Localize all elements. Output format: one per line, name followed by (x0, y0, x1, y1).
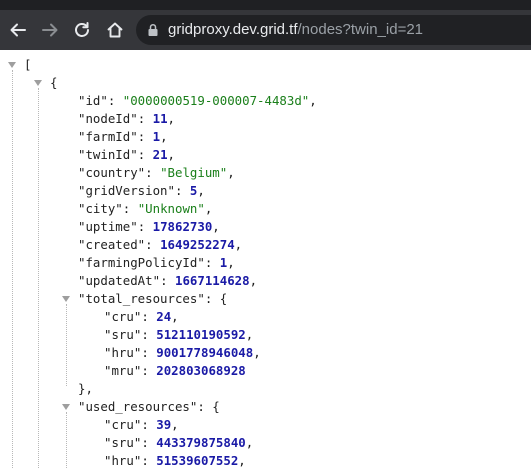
json-line-city: "city": "Unknown", (78, 201, 213, 216)
address-bar[interactable]: gridproxy.dev.grid.tf/nodes?twin_id=21 (136, 15, 531, 45)
object-open-brace: { (50, 75, 58, 90)
collapse-toggle[interactable] (62, 404, 70, 410)
json-line-total-resources: "total_resources": { (78, 291, 228, 306)
json-number-value: 11 (152, 111, 168, 126)
json-line-farmId: "farmId": 1, (78, 129, 168, 144)
array-open-bracket: [ (24, 57, 32, 72)
json-key: "cru" (104, 417, 142, 432)
json-key: "cru" (104, 309, 142, 324)
json-number-value: 1 (219, 255, 228, 270)
json-number-value: 9001778946048 (156, 345, 254, 360)
json-number-value: 1667114628 (174, 273, 250, 288)
object-open-brace: { (212, 399, 220, 414)
json-key: "sru" (104, 435, 142, 450)
json-key: "mru" (104, 363, 142, 378)
tree-guide (38, 88, 39, 468)
json-line-total-cru: "cru": 24, (104, 309, 179, 324)
collapse-toggle[interactable] (34, 80, 42, 86)
collapse-toggle[interactable] (62, 296, 70, 302)
json-number-value: 443379875840 (156, 435, 246, 450)
tab-strip (0, 0, 531, 10)
json-number-value: 1649252274 (160, 237, 235, 252)
json-line-total-sru: "sru": 512110190592, (104, 327, 254, 342)
json-line-updatedAt: "updatedAt": 1667114628, (78, 273, 258, 288)
json-key: "created" (78, 237, 146, 252)
json-key: "used_resources" (78, 399, 198, 414)
object-open-brace: { (219, 291, 228, 306)
json-line-used-cru: "cru": 39, (104, 417, 179, 432)
url-text: gridproxy.dev.grid.tf/nodes?twin_id=21 (168, 15, 423, 45)
json-line-used-sru: "sru": 443379875840, (104, 435, 254, 450)
home-icon (107, 22, 123, 38)
json-number-value: 1 (152, 129, 161, 144)
json-number-value: 39 (156, 417, 172, 432)
json-key: "sru" (104, 327, 142, 342)
json-key: "nodeId" (78, 111, 138, 126)
json-key: "farmingPolicyId" (78, 255, 205, 270)
json-key: "hru" (104, 453, 142, 468)
reload-icon (75, 22, 89, 37)
home-button[interactable] (103, 18, 127, 42)
json-key: "uptime" (78, 219, 138, 234)
json-number-value: 51539607552 (156, 453, 239, 468)
tree-guide (66, 412, 67, 468)
json-line-used-resources: "used_resources": { (78, 399, 220, 414)
json-number-value: 5 (189, 183, 198, 198)
json-key: "farmId" (78, 129, 138, 144)
json-string-value: "Belgium" (160, 165, 228, 180)
json-viewer: [ { "id": "0000000519-000007-4483d", "no… (0, 50, 531, 468)
json-line-used-hru: "hru": 51539607552, (104, 453, 246, 468)
json-number-value: 17862730 (152, 219, 213, 234)
reload-button[interactable] (70, 18, 94, 42)
json-line-gridVersion: "gridVersion": 5, (78, 183, 205, 198)
json-key: "id" (78, 93, 108, 108)
json-key: "hru" (104, 345, 142, 360)
json-number-value: 512110190592 (156, 327, 246, 342)
json-key: "gridVersion" (78, 183, 175, 198)
arrow-right-icon (42, 23, 58, 37)
json-line: }, (78, 380, 93, 398)
arrow-left-icon (10, 23, 26, 37)
json-line-uptime: "uptime": 17862730, (78, 219, 220, 234)
lock-icon (148, 23, 158, 36)
json-line-farmingPolicyId: "farmingPolicyId": 1, (78, 255, 235, 270)
json-line-country: "country": "Belgium", (78, 165, 235, 180)
json-line: { (50, 74, 57, 92)
json-string-value: "0000000519-000007-4483d" (122, 93, 310, 108)
forward-button[interactable] (38, 18, 62, 42)
json-line-created: "created": 1649252274, (78, 237, 243, 252)
json-string-value: "Unknown" (137, 201, 205, 216)
object-close-brace: }, (78, 381, 93, 396)
json-key: "twinId" (78, 147, 138, 162)
json-number-value: 24 (156, 309, 172, 324)
json-number-value: 202803068928 (156, 363, 246, 378)
json-key: "updatedAt" (78, 273, 161, 288)
json-key: "city" (78, 201, 123, 216)
json-line-id: "id": "0000000519-000007-4483d", (78, 93, 317, 108)
browser-toolbar: gridproxy.dev.grid.tf/nodes?twin_id=21 (0, 10, 531, 50)
url-host: gridproxy.dev.grid.tf (168, 21, 298, 38)
tree-guide (12, 70, 13, 468)
back-button[interactable] (6, 18, 30, 42)
json-line-twinId: "twinId": 21, (78, 147, 175, 162)
json-number-value: 21 (152, 147, 168, 162)
json-line-nodeId: "nodeId": 11, (78, 111, 175, 126)
json-key: "total_resources" (78, 291, 205, 306)
json-line: [ (24, 56, 31, 74)
url-path: /nodes?twin_id=21 (297, 21, 424, 38)
json-line-total-mru: "mru": 202803068928 (104, 363, 246, 378)
tree-guide (66, 304, 67, 386)
json-line-total-hru: "hru": 9001778946048, (104, 345, 261, 360)
json-key: "country" (78, 165, 146, 180)
collapse-toggle[interactable] (8, 62, 16, 68)
